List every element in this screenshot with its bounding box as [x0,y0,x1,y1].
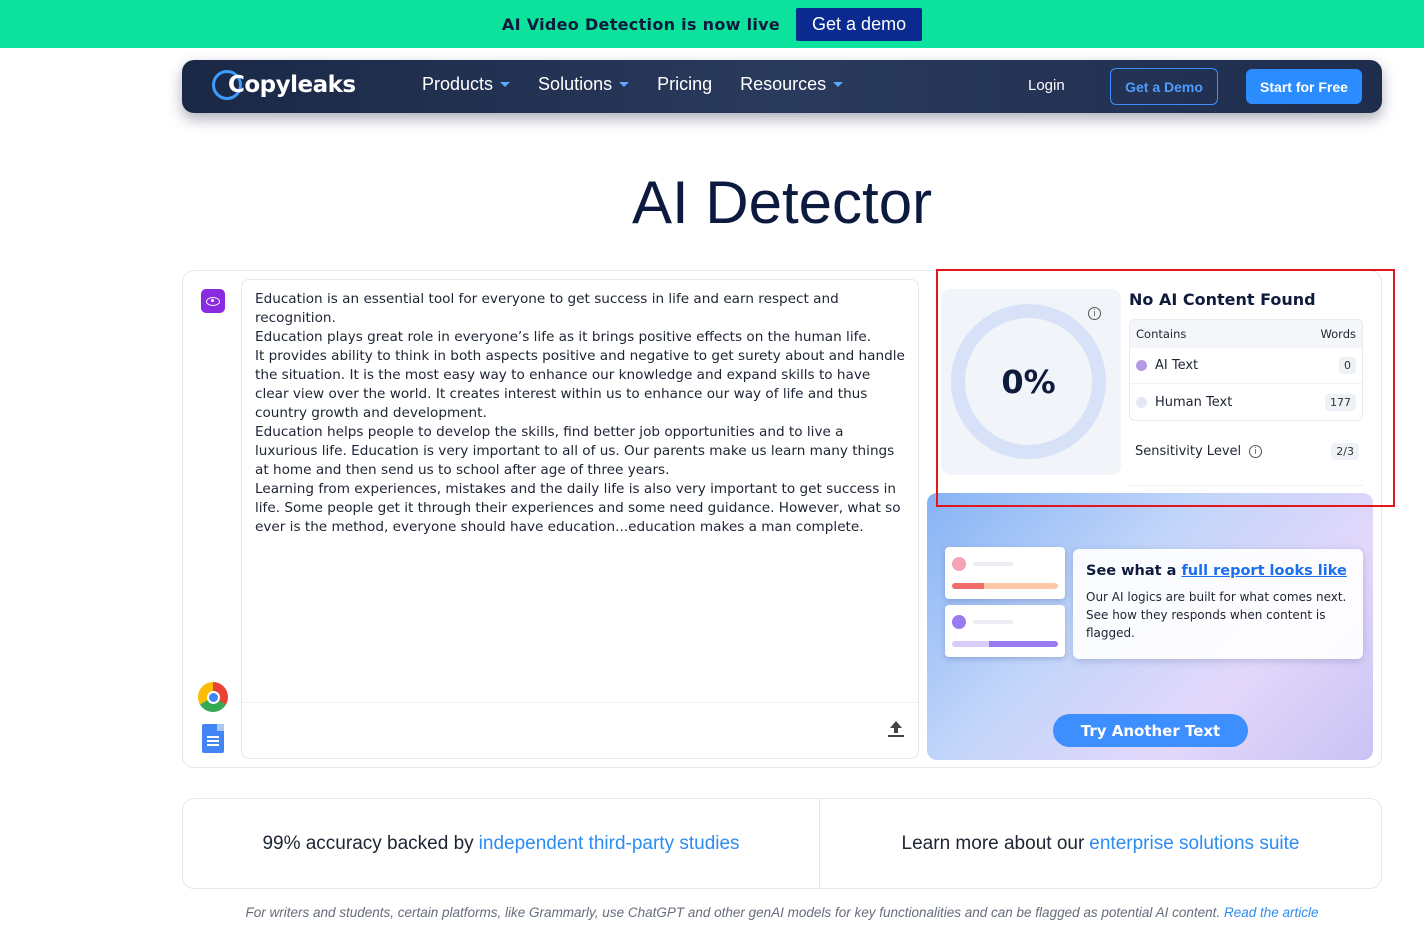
info-icon[interactable]: i [1249,445,1263,458]
gauge-ring: 0% [951,304,1106,459]
sensitivity-value[interactable]: 2/3 [1331,443,1359,460]
nav-item-resources[interactable]: Resources [740,74,844,95]
announcement-text: AI Video Detection is now live [501,14,781,34]
ai-percentage: 0% [1001,362,1056,401]
login-link[interactable]: Login [1028,77,1065,94]
accuracy-info: 99% accuracy backed by independent third-… [183,799,820,888]
info-icon[interactable]: i [1088,307,1101,320]
nav-item-label: Pricing [657,74,713,94]
get-a-demo-button[interactable]: Get a demo [796,7,923,41]
nav-item-solutions[interactable]: Solutions [538,74,630,95]
chrome-extension-icon[interactable] [198,682,228,712]
divider [1129,485,1363,486]
full-report-link[interactable]: full report looks like [1181,563,1346,579]
row-label: AI Text [1155,358,1199,373]
google-docs-icon[interactable] [202,724,224,753]
announcement-bar: AI Video Detection is now live Get a dem… [0,0,1424,48]
main-nav: Copyleaks Products Solutions Pricing Res… [182,60,1382,113]
text-footer [242,702,918,758]
paragraph: Education helps people to develop the sk… [255,424,895,478]
promo-card: See what a full report looks like Our AI… [1073,549,1363,659]
col-contains: Contains [1136,327,1187,341]
start-for-free-button[interactable]: Start for Free [1246,69,1362,104]
result-table: Contains Words AI Text 0 Human Text 177 [1129,319,1363,421]
sensitivity-label: Sensitivity Level [1135,444,1242,459]
human-text-dot [1136,396,1147,408]
promo-body: Our AI logics are built for what comes n… [1086,590,1347,640]
sensitivity-row: Sensitivity Level i 2/3 [1135,443,1359,460]
paragraph: It provides ability to think in both asp… [255,348,905,421]
nav-item-pricing[interactable]: Pricing [657,74,712,95]
caret-down-icon [500,82,511,87]
logo-text: Copyleaks [228,72,356,98]
nav-item-products[interactable]: Products [422,74,511,95]
copyleaks-logo[interactable]: Copyleaks [212,70,356,100]
result-table-header: Contains Words [1130,320,1362,348]
read-article-link[interactable]: Read the article [1224,905,1319,920]
side-rail [183,271,241,767]
eye-icon[interactable] [201,289,225,313]
paragraph: Education plays great role in everyone’s… [255,329,872,345]
disclaimer: For writers and students, certain platfo… [245,905,1319,920]
text-input-area[interactable]: Education is an essential tool for every… [241,279,919,759]
get-demo-button[interactable]: Get a Demo [1110,68,1218,105]
score-gauge: 0% i [941,289,1121,475]
nav-item-label: Resources [740,74,827,94]
third-party-studies-link[interactable]: independent third-party studies [479,833,740,855]
ai-text-dot [1136,360,1147,371]
result-row-ai: AI Text 0 [1130,348,1362,384]
try-another-text-button[interactable]: Try Another Text [1053,714,1248,747]
info-row: 99% accuracy backed by independent third-… [182,798,1382,889]
word-count: 177 [1325,393,1356,411]
row-label: Human Text [1155,394,1233,410]
col-words: Words [1320,327,1356,341]
word-count: 0 [1339,357,1356,374]
nav-item-label: Products [422,74,494,94]
page-title: AI Detector [631,169,933,236]
result-title: No AI Content Found [1129,290,1316,309]
nav-item-label: Solutions [538,74,613,94]
report-promo: See what a full report looks like Our AI… [927,493,1373,760]
paragraph: Learning from experiences, mistakes and … [255,481,901,535]
caret-down-icon [833,82,844,87]
input-text[interactable]: Education is an essential tool for every… [255,290,905,537]
report-preview-card [945,547,1065,599]
report-preview-card [945,605,1065,657]
caret-down-icon [619,82,630,87]
enterprise-info: Learn more about our enterprise solutions… [901,832,1300,855]
upload-icon[interactable] [888,721,904,739]
detector-card: Education is an essential tool for every… [182,270,1382,768]
enterprise-solutions-link[interactable]: enterprise solutions suite [1089,833,1299,855]
nav-menu: Products Solutions Pricing Resources [422,74,844,95]
paragraph: Education is an essential tool for every… [255,291,839,326]
promo-heading: See what a full report looks like [1086,563,1347,579]
result-row-human: Human Text 177 [1130,384,1362,420]
